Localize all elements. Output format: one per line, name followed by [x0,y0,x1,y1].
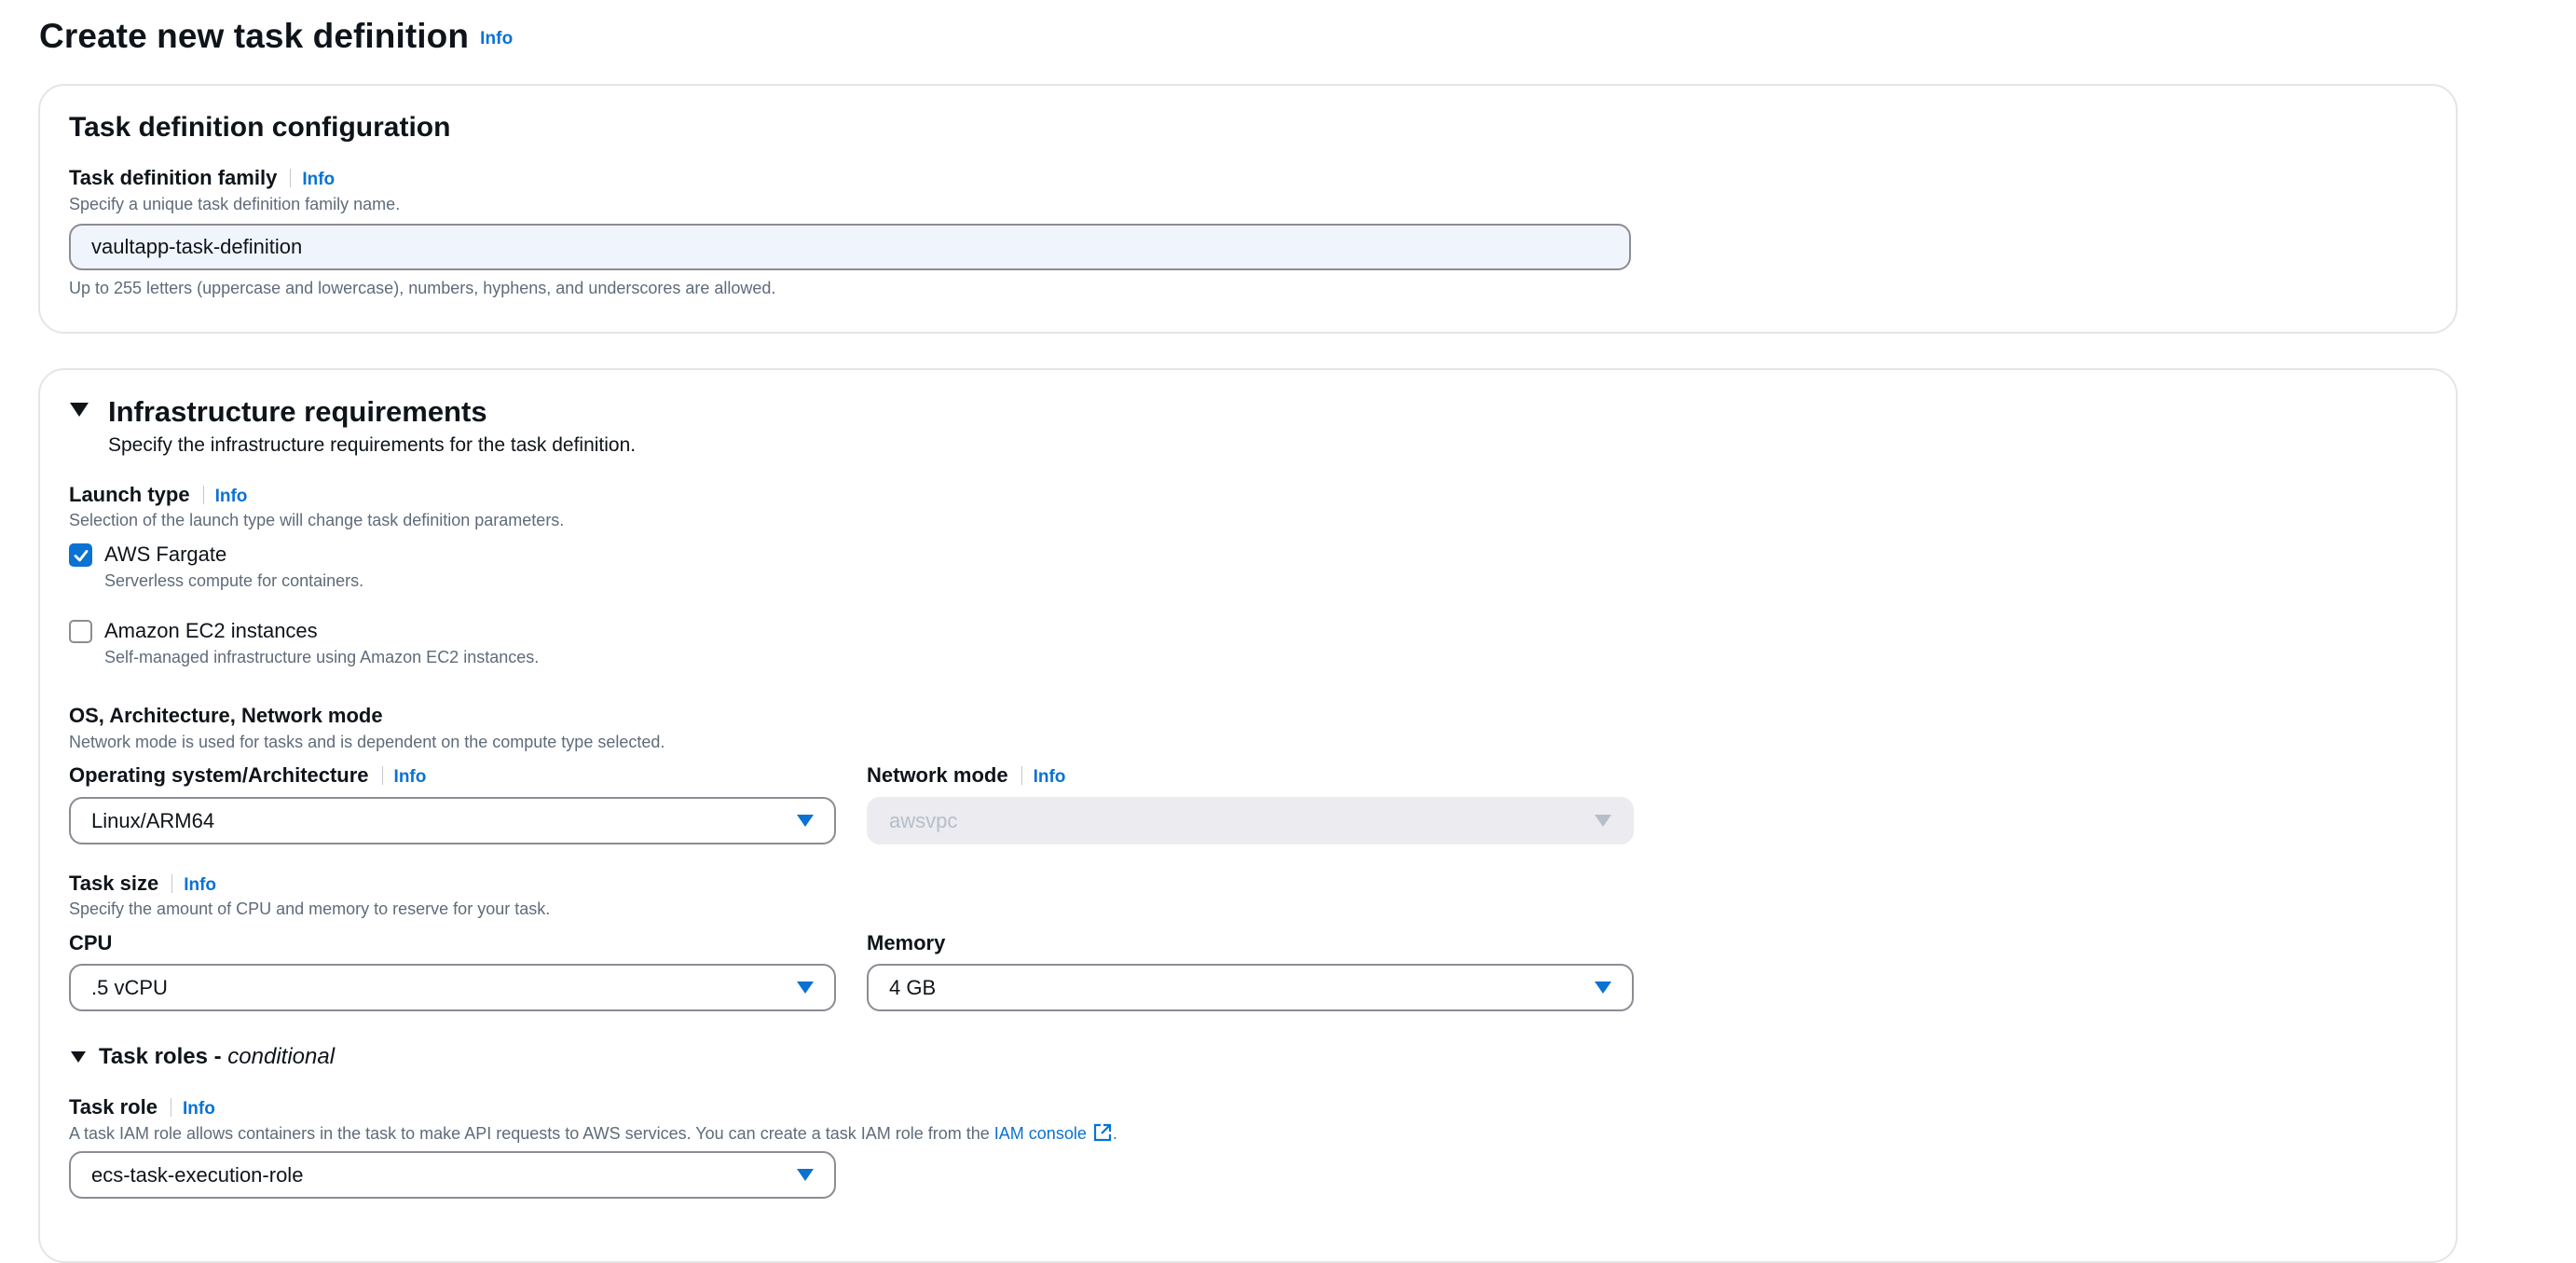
task-roles-heading[interactable]: Task roles - conditional [99,1044,335,1070]
network-mode-value: awsvpc [889,808,958,832]
infra-description: Specify the infrastructure requirements … [108,434,637,456]
task-role-label: Task role [69,1095,158,1119]
external-link-icon[interactable] [1092,1122,1113,1143]
collapse-infra-triangle-icon[interactable] [70,403,89,417]
family-label-row: Task definition family Info [69,166,335,190]
task-role-description-end: . [1112,1124,1117,1143]
caret-down-icon [797,815,814,827]
os-arch-net-label: OS, Architecture, Network mode [69,704,383,727]
caret-down-icon [797,982,814,994]
task-size-label-row: Task size Info [69,872,216,896]
task-roles-title: Task roles - [99,1044,228,1069]
network-mode-label-row: Network mode Info [867,763,1065,788]
family-label: Task definition family [69,166,278,189]
collapse-task-roles-triangle-icon[interactable] [71,1051,86,1063]
network-mode-label: Network mode [867,763,1008,787]
os-architecture-select[interactable]: Linux/ARM64 [69,797,836,844]
task-role-description-row: A task IAM role allows containers in the… [69,1122,1117,1144]
page-info-link[interactable]: Info [480,29,513,48]
caret-down-icon [797,1169,814,1181]
task-roles-conditional: conditional [227,1044,336,1069]
network-mode-info-link[interactable]: Info [1034,767,1066,787]
network-mode-select: awsvpc [867,797,1634,844]
family-constraint-text: Up to 255 letters (uppercase and lowerca… [69,279,776,297]
infra-section-title: Infrastructure requirements [108,395,487,428]
amazon-ec2-checkbox[interactable] [69,620,92,643]
cpu-label: CPU [69,931,113,954]
page-title: Create new task definition Info [39,17,513,56]
os-label-row: Operating system/Architecture Info [69,763,426,788]
memory-selected-value: 4 GB [889,975,937,999]
task-role-selected-value: ecs-task-execution-role [91,1162,304,1187]
task-size-info-link[interactable]: Info [184,875,216,895]
caret-down-icon [1595,815,1611,827]
family-info-link[interactable]: Info [302,170,335,189]
os-label: Operating system/Architecture [69,763,369,787]
task-size-description: Specify the amount of CPU and memory to … [69,899,551,918]
family-description: Specify a unique task definition family … [69,195,401,213]
task-role-label-row: Task role Info [69,1095,215,1119]
memory-select[interactable]: 4 GB [867,964,1634,1011]
os-info-link[interactable]: Info [394,767,427,787]
task-role-select[interactable]: ecs-task-execution-role [69,1151,836,1199]
launch-type-description: Selection of the launch type will change… [69,511,565,529]
amazon-ec2-label[interactable]: Amazon EC2 instances [104,619,318,643]
task-size-label: Task size [69,872,159,895]
os-selected-value: Linux/ARM64 [91,808,215,832]
task-role-info-link[interactable]: Info [183,1099,215,1119]
launch-type-label: Launch type [69,483,190,506]
iam-console-link[interactable]: IAM console [994,1124,1087,1143]
page-title-text: Create new task definition [39,17,470,55]
amazon-ec2-description: Self-managed infrastructure using Amazon… [104,648,540,666]
aws-fargate-label[interactable]: AWS Fargate [104,542,226,567]
caret-down-icon [1595,982,1611,994]
aws-fargate-description: Serverless compute for containers. [104,571,364,590]
config-section-title: Task definition configuration [69,112,451,143]
task-definition-family-input[interactable] [69,224,1631,270]
launch-type-info-link[interactable]: Info [215,487,248,506]
cpu-select[interactable]: .5 vCPU [69,964,836,1011]
aws-fargate-checkbox[interactable] [69,543,92,567]
memory-label: Memory [867,931,946,954]
os-arch-net-description: Network mode is used for tasks and is de… [69,733,665,751]
launch-type-label-row: Launch type Info [69,483,247,507]
cpu-selected-value: .5 vCPU [91,975,168,999]
task-role-description: A task IAM role allows containers in the… [69,1124,994,1143]
checkmark-icon [74,549,88,561]
